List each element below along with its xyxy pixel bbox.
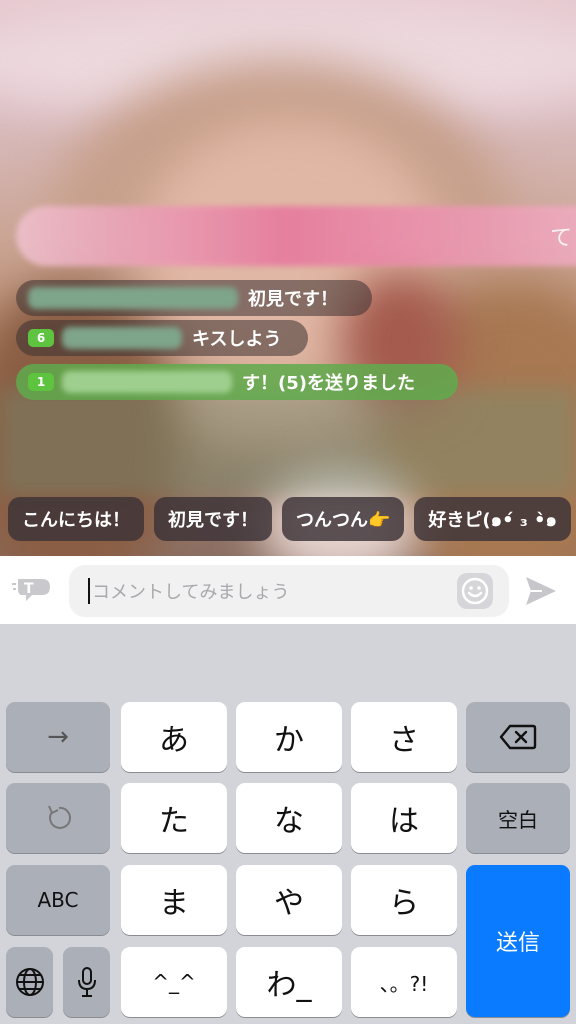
translate-t-icon[interactable]: T xyxy=(12,573,56,605)
quick-phrase-button[interactable]: 初見です！ xyxy=(154,497,272,541)
level-badge: 6 xyxy=(28,329,54,347)
comment-item: 6 キスしよう xyxy=(16,320,308,356)
backspace-key[interactable] xyxy=(466,702,570,772)
svg-text:T: T xyxy=(24,581,34,597)
microphone-key[interactable] xyxy=(63,947,110,1017)
blurred-username xyxy=(28,287,238,309)
text-caret xyxy=(88,578,90,604)
key-sa[interactable]: さ xyxy=(351,702,457,772)
key-ta[interactable]: た xyxy=(121,783,227,853)
comment-item: 初見です！ xyxy=(16,280,372,316)
key-na[interactable]: な xyxy=(236,783,342,853)
key-punctuation[interactable]: 、。?! xyxy=(351,947,457,1017)
quick-phrase-button[interactable]: つんつん👉 xyxy=(282,497,405,541)
send-key[interactable]: 送信 xyxy=(466,865,570,1017)
key-ha[interactable]: は xyxy=(351,783,457,853)
send-paper-plane-icon[interactable] xyxy=(522,572,560,610)
emoji-smile-icon[interactable] xyxy=(457,573,493,609)
blurred-username xyxy=(62,327,182,349)
microphone-icon xyxy=(77,967,96,997)
gift-banner xyxy=(16,206,576,266)
key-ka[interactable]: か xyxy=(236,702,342,772)
abc-key[interactable]: ABC xyxy=(6,865,110,935)
key-ya[interactable]: や xyxy=(236,865,342,935)
quick-phrase-button[interactable]: 好きピ(๑•́ ₃ •̀๑ xyxy=(414,497,571,541)
undo-key[interactable] xyxy=(6,783,110,853)
space-key[interactable]: 空白 xyxy=(466,783,570,853)
key-wa[interactable]: わ_ xyxy=(236,947,342,1017)
undo-icon xyxy=(48,805,71,829)
comment-text: 初見です！ xyxy=(248,289,338,310)
blurred-username xyxy=(62,371,232,393)
level-badge: 1 xyxy=(28,373,54,391)
globe-key[interactable] xyxy=(6,947,53,1017)
comment-text: キスしよう xyxy=(192,329,282,350)
arrow-next-key[interactable]: → xyxy=(6,702,110,772)
backspace-icon xyxy=(499,724,537,750)
quick-phrase-bar: こんにちは！ 初見です！ つんつん👉 好きピ(๑•́ ₃ •̀๑ xyxy=(8,497,571,541)
key-a[interactable]: あ xyxy=(121,702,227,772)
gift-banner-text: て xyxy=(549,226,572,251)
quick-phrase-button[interactable]: こんにちは！ xyxy=(8,497,144,541)
comment-text: す！(5)を送りました xyxy=(242,373,415,394)
live-video: て 初見です！ 6 キスしよう 1 す！(5)を送りました こんにちは！ 初見で… xyxy=(0,0,576,556)
key-ra[interactable]: ら xyxy=(351,865,457,935)
comment-placeholder: コメントしてみましょう xyxy=(92,582,290,603)
key-kaomoji[interactable]: ^_^ xyxy=(121,947,227,1017)
globe-icon xyxy=(15,968,44,996)
key-ma[interactable]: ま xyxy=(121,865,227,935)
gift-comment-item: 1 す！(5)を送りました xyxy=(16,364,458,400)
